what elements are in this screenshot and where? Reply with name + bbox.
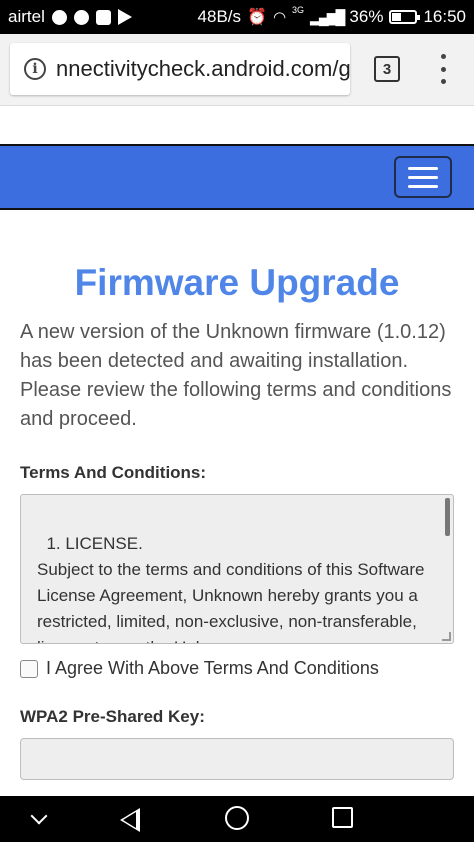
overflow-menu-icon[interactable]	[438, 54, 448, 84]
resize-handle[interactable]	[442, 632, 451, 641]
play-store-icon	[117, 9, 132, 25]
status-bar: airtel 48B/s ⏰ ◠ 3G ▂▄▆█ 36% 16:50	[0, 0, 474, 34]
signal-icon: ▂▄▆█	[310, 8, 345, 25]
system-nav-bar	[0, 796, 474, 842]
terms-textarea[interactable]: 1. LICENSE. Subject to the terms and con…	[20, 494, 454, 644]
psk-input[interactable]	[20, 738, 454, 780]
site-navbar	[0, 144, 474, 210]
agree-row[interactable]: I Agree With Above Terms And Conditions	[20, 658, 379, 679]
network-type: 3G	[292, 5, 305, 15]
chevron-down-icon[interactable]	[30, 807, 48, 825]
battery-percent: 36%	[349, 7, 384, 26]
page-title: Firmware Upgrade	[74, 262, 400, 303]
alarm-icon: ⏰	[247, 9, 267, 26]
square-icon	[95, 9, 111, 25]
battery-icon	[389, 10, 421, 24]
url-text[interactable]: nnectivitycheck.android.com/g	[56, 56, 350, 82]
home-icon[interactable]	[225, 806, 249, 830]
wifi-icon: ◠	[272, 9, 287, 26]
clock: 16:50	[423, 7, 466, 26]
recent-apps-icon[interactable]	[332, 807, 353, 828]
page-description: A new version of the Unknown firmware (1…	[20, 321, 452, 430]
address-bar[interactable]: i nnectivitycheck.android.com/g	[10, 43, 350, 95]
hamburger-menu-icon[interactable]	[394, 156, 452, 198]
terms-text: 1. LICENSE. Subject to the terms and con…	[37, 534, 425, 643]
agree-label[interactable]: I Agree With Above Terms And Conditions	[46, 658, 379, 679]
scrollbar[interactable]	[445, 498, 450, 536]
info-icon[interactable]: i	[24, 58, 46, 80]
agree-checkbox[interactable]	[20, 659, 38, 678]
carrier-name: airtel	[8, 7, 45, 26]
network-speed: 48B/s	[197, 7, 242, 26]
browser-toolbar: i nnectivitycheck.android.com/g 3	[0, 34, 474, 106]
psk-label: WPA2 Pre-Shared Key:	[20, 707, 205, 726]
terms-label: Terms And Conditions:	[20, 463, 207, 482]
back-icon[interactable]	[120, 808, 140, 832]
tab-switcher-button[interactable]: 3	[374, 56, 400, 82]
whatsapp-icon	[51, 9, 67, 25]
phone-icon	[73, 9, 89, 25]
